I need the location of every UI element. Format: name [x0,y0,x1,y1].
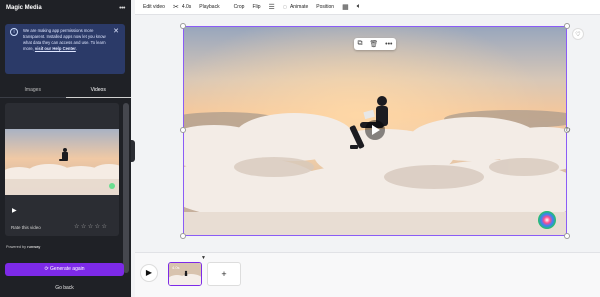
animate-icon[interactable]: ◌ [283,4,287,11]
runway-logo: runway [27,245,41,249]
transparency-icon[interactable]: ▦ [342,3,349,11]
add-clip-button[interactable]: + [207,262,241,286]
resize-handle-left[interactable] [180,127,186,133]
playback-button[interactable]: Playback [199,4,219,10]
comment-icon[interactable]: ♡ [572,28,584,40]
info-icon: i [10,28,18,36]
scissors-icon[interactable]: ✂ [173,3,179,11]
permissions-notice: i ✕ We are making app permissions more t… [5,24,125,74]
editor-toolbar: Edit video ✂ 4.0s Playback Crop Flip ☰ ◌… [135,0,600,15]
panel-header: Magic Media ••• [0,0,131,16]
video-thumbnail[interactable] [5,129,119,195]
resize-handle-bl[interactable] [180,233,186,239]
menu-lines-icon[interactable]: ☰ [269,3,275,11]
delete-icon[interactable]: 🗑︎ [369,40,378,48]
close-icon[interactable]: ✕ [113,27,119,35]
powered-by: Powered by runway [6,245,41,249]
generate-again-label: Generate again [50,266,85,272]
more-options-icon[interactable]: ••• [385,41,392,48]
element-floating-menu: ⧉ 🗑︎ ••• [354,38,396,50]
resize-handle-tr[interactable] [564,23,570,29]
panel-scrollbar[interactable] [123,103,129,273]
resize-handle-br[interactable] [564,233,570,239]
tab-images[interactable]: Images [0,84,66,98]
help-center-link[interactable]: visit our Help Center [35,46,76,51]
clip-duration: 4.0s [172,265,180,270]
volume-icon[interactable]: 🔈︎ [357,3,361,11]
rating-stars[interactable]: ☆☆☆☆☆ [74,223,108,230]
animate-button[interactable]: Animate [290,4,308,10]
rotate-icon[interactable]: ↻ [565,126,571,134]
design-canvas[interactable] [183,26,567,236]
media-tabs: Images Videos [0,84,131,98]
refresh-icon: ⟳ [44,266,49,272]
flip-button[interactable]: Flip [252,4,260,10]
tab-videos[interactable]: Videos [65,84,131,98]
duplicate-icon[interactable]: ⧉ [357,40,362,48]
generated-video-card[interactable]: ▶ Rate this video ☆☆☆☆☆ [5,103,119,236]
notice-text: We are making app permissions more trans… [23,28,106,51]
panel-title: Magic Media [6,5,42,11]
play-overlay-icon [365,120,385,140]
resize-handle-tl[interactable] [180,23,186,29]
duration-button[interactable]: 4.0s [182,4,191,10]
crop-button[interactable]: Crop [234,4,245,10]
collapse-panel-handle[interactable] [131,140,135,162]
playhead-marker[interactable]: ▼ [201,255,206,261]
rate-label: Rate this video [11,225,41,230]
play-icon[interactable]: ▶ [12,207,17,214]
position-button[interactable]: Position [316,4,334,10]
video-frame [184,27,566,235]
edit-video-button[interactable]: Edit video [143,4,165,10]
generate-again-button[interactable]: ⟳ Generate again [5,263,124,276]
timeline-play-button[interactable]: ▶ [140,264,158,282]
go-back-button[interactable]: Go back [5,283,124,294]
more-options-icon[interactable]: ••• [119,5,125,12]
timeline-clip[interactable]: 4.0s [168,262,202,286]
magic-media-panel: Magic Media ••• i ✕ We are making app pe… [0,0,131,297]
